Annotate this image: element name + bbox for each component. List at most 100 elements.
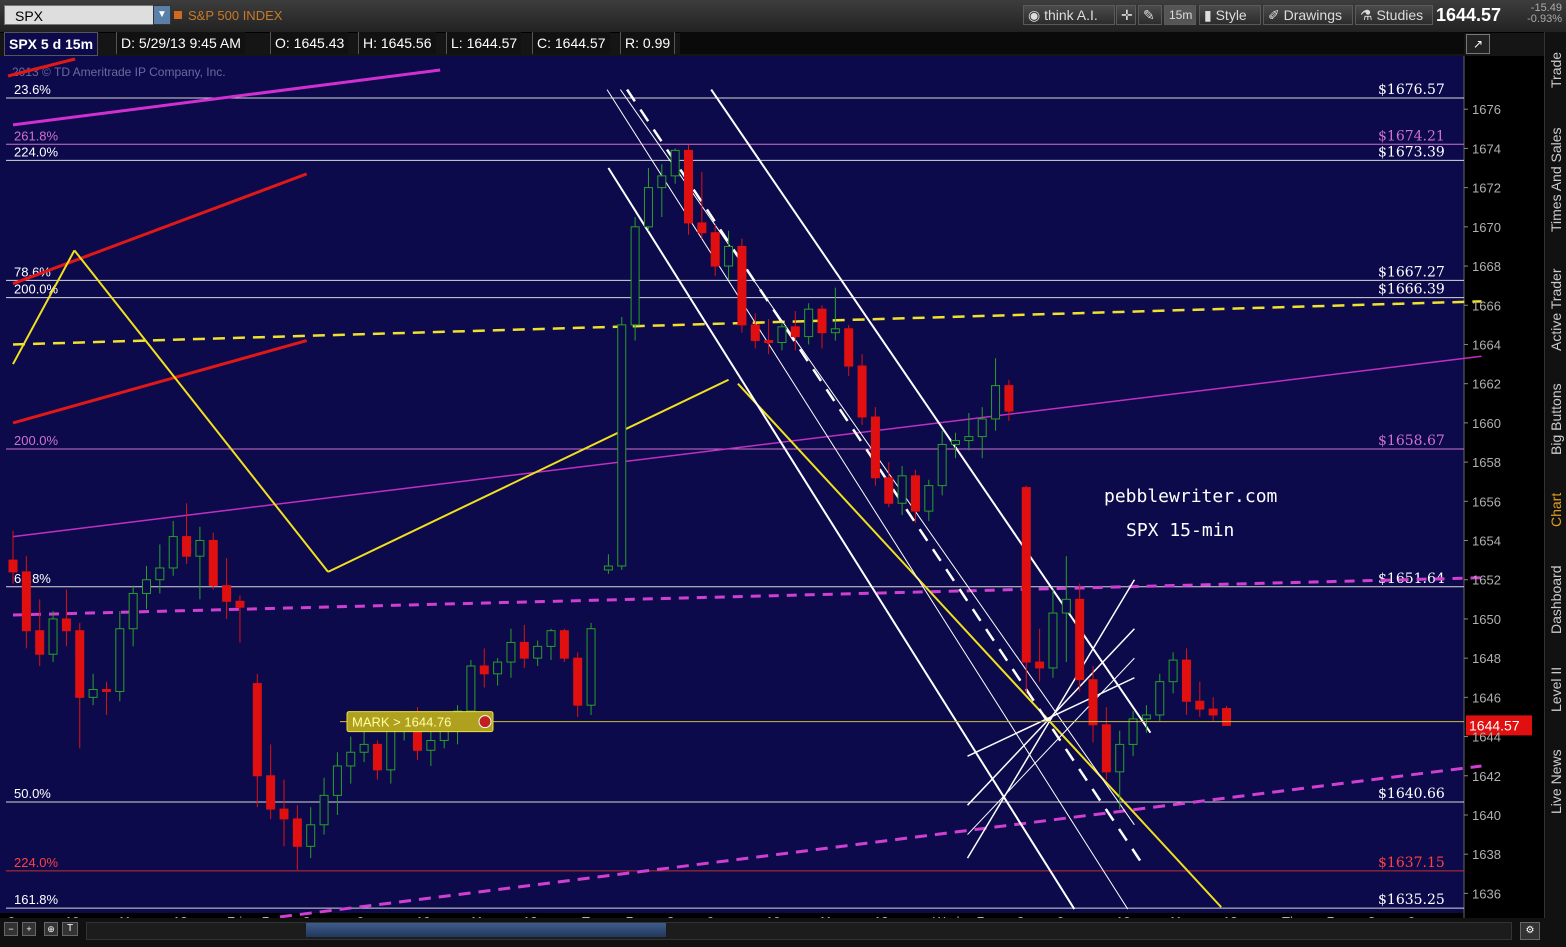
price-chart[interactable]: 2013 © TD Ameritrade IP Company, Inc. $16… [0, 56, 1544, 924]
candle-up[interactable] [937, 443, 947, 487]
candle-up[interactable] [1061, 598, 1071, 614]
time-scrollbar[interactable] [86, 922, 1512, 940]
candle-down[interactable] [21, 571, 31, 632]
candle-down[interactable] [750, 324, 760, 342]
candle-down[interactable] [252, 683, 262, 777]
candle-up[interactable] [142, 579, 151, 594]
candle-up[interactable] [1128, 718, 1138, 745]
candle-down[interactable] [817, 308, 827, 334]
candle-up[interactable] [506, 641, 516, 663]
candle-up[interactable] [426, 739, 436, 751]
candle-down[interactable] [1222, 708, 1232, 726]
candle-down[interactable] [1004, 385, 1014, 412]
candle-up[interactable] [128, 592, 138, 630]
tab-chart[interactable]: Chart [1545, 472, 1566, 547]
candle-down[interactable] [1208, 708, 1218, 716]
candle-up[interactable] [630, 226, 640, 326]
candle-up[interactable] [643, 187, 653, 228]
tab-dashboard[interactable]: Dashboard [1545, 552, 1566, 647]
tab-active-trader[interactable]: Active Trader [1545, 252, 1566, 367]
candle-down[interactable] [1088, 679, 1098, 726]
candle-up[interactable] [533, 645, 543, 659]
candle-up[interactable] [195, 540, 205, 557]
candle-down[interactable] [710, 232, 720, 267]
candle-down[interactable] [182, 536, 192, 557]
candle-down[interactable] [208, 540, 218, 587]
candle-up[interactable] [657, 175, 667, 189]
candle-down[interactable] [266, 775, 276, 810]
candle-up[interactable] [951, 440, 961, 445]
candle-up[interactable] [724, 245, 734, 267]
style-button[interactable]: ▮ Style [1199, 5, 1261, 25]
candle-down[interactable] [235, 600, 245, 608]
candle-up[interactable] [897, 475, 907, 504]
fit-button[interactable]: ⊕ [44, 922, 58, 936]
candle-down[interactable] [1021, 487, 1031, 663]
candle-down[interactable] [1075, 598, 1085, 681]
candle-up[interactable] [88, 689, 98, 698]
candle-up[interactable] [804, 308, 814, 338]
candle-down[interactable] [844, 328, 854, 367]
candle-down[interactable] [857, 365, 867, 418]
candle-down[interactable] [519, 641, 529, 659]
chart-expand-button[interactable]: ↗ [1466, 34, 1490, 54]
crosshair-button[interactable]: ✛ [1116, 5, 1136, 25]
candle-down[interactable] [61, 618, 71, 632]
candle-down[interactable] [790, 326, 800, 338]
candle-up[interactable] [546, 630, 556, 647]
candle-up[interactable] [359, 743, 369, 753]
candle-up[interactable] [977, 418, 987, 438]
candle-down[interactable] [479, 665, 489, 675]
candle-down[interactable] [684, 149, 694, 224]
candle-down[interactable] [910, 475, 920, 512]
candle-up[interactable] [332, 765, 342, 796]
chart-canvas[interactable]: 2013 © TD Ameritrade IP Company, Inc.$16… [0, 56, 1544, 924]
candle-up[interactable] [306, 824, 316, 847]
candle-up[interactable] [617, 324, 627, 567]
tab-level-ii[interactable]: Level II [1545, 652, 1566, 727]
candle-down[interactable] [1181, 659, 1191, 702]
tab-times-and-sales[interactable]: Times And Sales [1545, 112, 1566, 247]
candle-down[interactable] [101, 689, 111, 692]
candle-up[interactable] [1115, 743, 1125, 773]
candle-down[interactable] [372, 743, 382, 771]
candle-up[interactable] [115, 628, 125, 692]
zoom-out-button[interactable]: − [4, 922, 18, 936]
candle-up[interactable] [603, 565, 613, 571]
settings-button[interactable]: ✎ [1138, 5, 1162, 25]
think-ai-button[interactable]: ◉ think A.I. [1023, 5, 1115, 25]
timeframe-button[interactable]: 15m [1164, 5, 1196, 25]
candle-down[interactable] [1195, 700, 1205, 710]
candle-down[interactable] [1035, 661, 1045, 669]
tab-trade[interactable]: Trade [1545, 32, 1566, 107]
candle-up[interactable] [1155, 681, 1165, 716]
candle-down[interactable] [8, 559, 18, 573]
candle-up[interactable] [1141, 714, 1151, 720]
drawings-button[interactable]: ✐ Drawings [1263, 5, 1353, 25]
symbol-input[interactable]: SPX [4, 5, 154, 25]
studies-button[interactable]: ⚗ Studies [1355, 5, 1433, 25]
candle-down[interactable] [292, 818, 302, 847]
tab-live-news[interactable]: Live News [1545, 732, 1566, 832]
candle-up[interactable] [1168, 659, 1178, 683]
candle-down[interactable] [279, 808, 289, 820]
candle-up[interactable] [168, 536, 178, 569]
candle-up[interactable] [346, 751, 356, 767]
candle-down[interactable] [737, 245, 747, 326]
candle-down[interactable] [1101, 724, 1111, 773]
candle-down[interactable] [764, 340, 774, 344]
candle-down[interactable] [870, 416, 880, 479]
candle-down[interactable] [697, 222, 707, 234]
candle-up[interactable] [319, 794, 329, 826]
candle-down[interactable] [75, 630, 85, 698]
candle-up[interactable] [1048, 612, 1058, 669]
candle-up[interactable] [830, 328, 840, 334]
tab-big-buttons[interactable]: Big Buttons [1545, 372, 1566, 467]
candle-up[interactable] [777, 326, 787, 344]
candle-up[interactable] [586, 628, 596, 706]
candle-up[interactable] [493, 661, 503, 675]
candle-up[interactable] [991, 385, 1001, 420]
symbol-dropdown-icon[interactable]: ▼ [153, 5, 171, 25]
candle-up[interactable] [386, 728, 396, 771]
zoom-in-button[interactable]: + [22, 922, 36, 936]
